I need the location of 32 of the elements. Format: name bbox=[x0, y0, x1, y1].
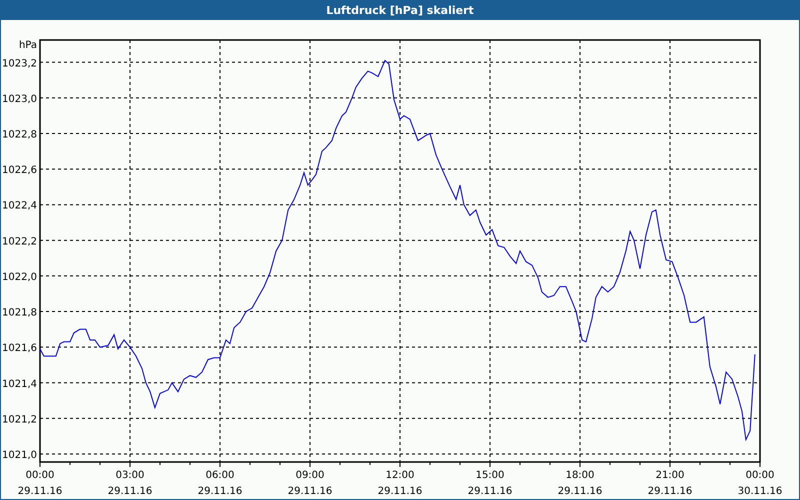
axis-tick-label: 18:00 bbox=[566, 470, 594, 481]
axis-tick-label: 00:00 bbox=[26, 470, 54, 481]
axis-tick-label: 12:00 bbox=[386, 470, 414, 481]
axis-tick-label: 1021,8 bbox=[2, 308, 37, 319]
axis-tick-label: 03:00 bbox=[116, 470, 144, 481]
axis-date-label: 29.11.16 bbox=[18, 486, 62, 497]
axis-tick-label: 1023,0 bbox=[2, 94, 37, 105]
axis-tick-label: 1021,6 bbox=[2, 343, 37, 354]
window-title: Luftdruck [hPa] skaliert bbox=[1, 0, 799, 20]
axis-date-label: 29.11.16 bbox=[468, 486, 512, 497]
axis-tick-label: 1022,8 bbox=[2, 129, 37, 140]
axis-tick-label: 00:00 bbox=[746, 470, 774, 481]
axis-tick-label: 1021,0 bbox=[2, 450, 37, 461]
axis-tick-label: 09:00 bbox=[296, 470, 324, 481]
axis-tick-label: 1022,4 bbox=[2, 200, 37, 212]
axis-date-label: 29.11.16 bbox=[198, 486, 242, 497]
axis-date-label: 29.11.16 bbox=[648, 486, 692, 497]
axis-tick-label: 06:00 bbox=[206, 470, 234, 481]
axis-tick-label: 21:00 bbox=[656, 470, 684, 481]
axis-tick-label: 1021,4 bbox=[2, 378, 37, 390]
axis-unit-label: hPa bbox=[18, 40, 37, 51]
axis-tick-label: 1023,2 bbox=[2, 58, 37, 70]
axis-date-label: 29.11.16 bbox=[378, 486, 422, 497]
axis-tick-label: 1022,0 bbox=[2, 272, 37, 283]
axis-date-label: 29.11.16 bbox=[558, 486, 602, 497]
axis-date-label: 29.11.16 bbox=[288, 486, 332, 497]
axis-date-label: 29.11.16 bbox=[108, 486, 152, 497]
axis-tick-label: 1022,6 bbox=[2, 165, 37, 176]
axis-date-label: 30.11.16 bbox=[738, 486, 782, 497]
axis-tick-label: 1022,2 bbox=[2, 236, 37, 248]
axis-tick-label: 15:00 bbox=[476, 470, 504, 481]
axis-tick-label: 1021,2 bbox=[2, 414, 37, 426]
